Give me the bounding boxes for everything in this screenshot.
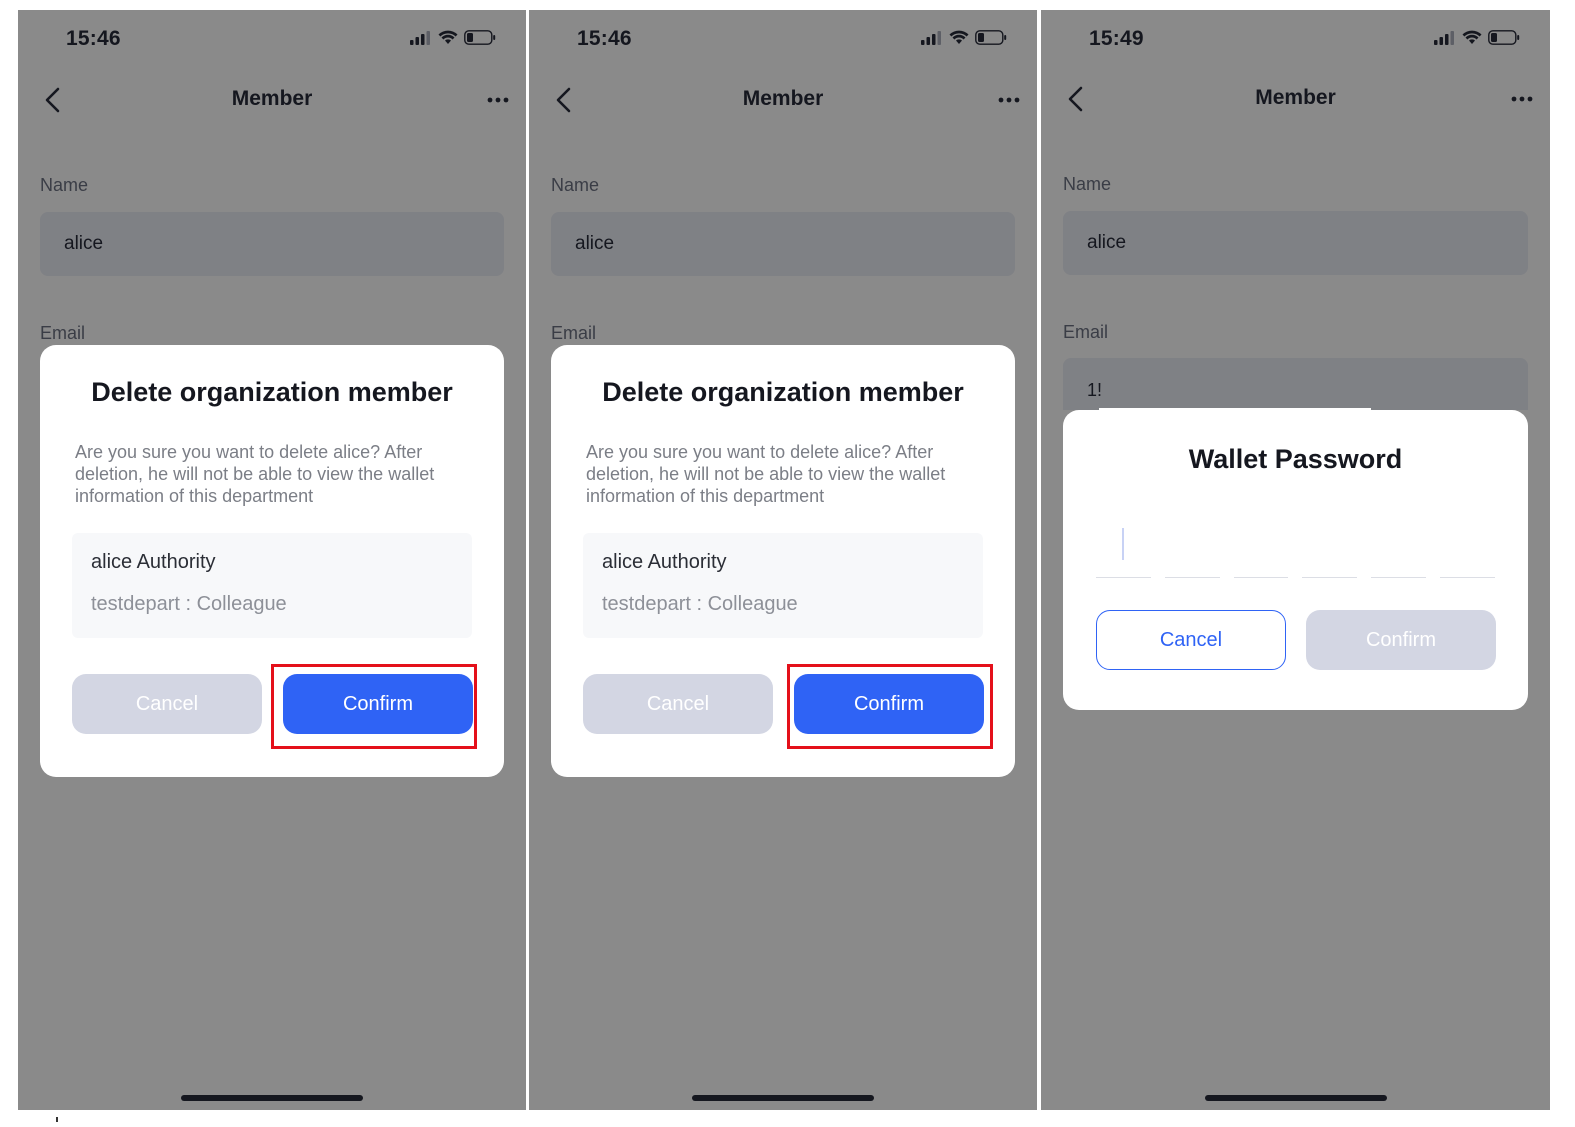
authority-title: alice Authority — [602, 551, 727, 573]
authority-card: alice Authority testdepart : Colleague — [583, 533, 983, 638]
cellular-signal-icon — [921, 30, 941, 45]
more-dots-icon[interactable] — [486, 90, 510, 110]
dialog-description: Are you sure you want to delete alice? A… — [586, 442, 946, 506]
divider — [56, 1117, 58, 1122]
dialog-description: Are you sure you want to delete alice? A… — [75, 442, 435, 506]
phone-screen-1: 15:46 Member Name alice Email Delete org… — [18, 10, 526, 1110]
cancel-button[interactable]: Cancel — [583, 674, 773, 734]
authority-title: alice Authority — [91, 551, 216, 573]
highlight-box — [787, 664, 993, 749]
cellular-signal-icon — [1434, 30, 1454, 45]
name-label: Name — [40, 175, 89, 195]
battery-low-icon — [1488, 30, 1520, 45]
password-digit-cell[interactable] — [1233, 520, 1289, 578]
delete-member-dialog: Delete organization member Are you sure … — [40, 345, 504, 777]
cellular-signal-icon — [410, 30, 430, 45]
authority-card: alice Authority testdepart : Colleague — [72, 533, 472, 638]
status-time: 15:49 — [1089, 27, 1144, 50]
delete-member-dialog: Delete organization member Are you sure … — [551, 345, 1015, 777]
email-label: Email — [1063, 322, 1109, 342]
password-digit-cell[interactable] — [1164, 520, 1220, 578]
authority-role: testdepart : Colleague — [602, 593, 798, 615]
dialog-title: Delete organization member — [91, 377, 453, 407]
home-indicator[interactable] — [181, 1095, 363, 1101]
name-field[interactable]: alice — [1063, 211, 1528, 275]
status-icons — [410, 30, 496, 45]
authority-role: testdepart : Colleague — [91, 593, 287, 615]
name-label: Name — [1063, 174, 1112, 194]
name-field[interactable]: alice — [551, 212, 1015, 276]
status-time: 15:46 — [66, 27, 121, 50]
page-title: Member — [231, 87, 313, 110]
dialog-title: Wallet Password — [1188, 444, 1403, 474]
confirm-button[interactable]: Confirm — [1306, 610, 1496, 670]
name-label: Name — [551, 175, 600, 195]
more-dots-icon[interactable] — [1510, 89, 1534, 109]
email-field[interactable]: 1! — [1063, 358, 1528, 410]
status-icons — [921, 30, 1007, 45]
wifi-icon — [949, 30, 969, 44]
home-indicator[interactable] — [692, 1095, 874, 1101]
phone-screen-3: 15:49 Member Name alice Email 1! Wallet … — [1041, 10, 1550, 1110]
wifi-icon — [1462, 30, 1482, 44]
email-label: Email — [551, 323, 597, 343]
name-field[interactable]: alice — [40, 212, 504, 276]
password-digit-cell[interactable] — [1371, 520, 1427, 578]
highlight-box — [271, 664, 477, 749]
email-value: 1! — [1087, 380, 1103, 400]
status-icons — [1434, 30, 1520, 45]
password-input[interactable] — [1096, 520, 1495, 578]
password-digit-cell[interactable] — [1302, 520, 1358, 578]
status-time: 15:46 — [577, 27, 632, 50]
more-dots-icon[interactable] — [997, 90, 1021, 110]
wifi-icon — [438, 30, 458, 44]
password-digit-cell[interactable] — [1440, 520, 1495, 578]
email-label: Email — [40, 323, 86, 343]
cancel-button[interactable]: Cancel — [1096, 610, 1286, 670]
wallet-password-dialog: Wallet Password Cancel Confirm — [1063, 410, 1528, 710]
dialog-title: Delete organization member — [602, 377, 964, 407]
cancel-button[interactable]: Cancel — [72, 674, 262, 734]
battery-low-icon — [975, 30, 1007, 45]
page-title: Member — [742, 87, 824, 110]
page-title: Member — [1255, 86, 1336, 109]
battery-low-icon — [464, 30, 496, 45]
text-caret — [1122, 528, 1124, 560]
home-indicator[interactable] — [1204, 1095, 1387, 1101]
password-digit-cell[interactable] — [1096, 520, 1151, 578]
phone-screen-2: 15:46 Member Name alice Email Delete org… — [529, 10, 1037, 1110]
